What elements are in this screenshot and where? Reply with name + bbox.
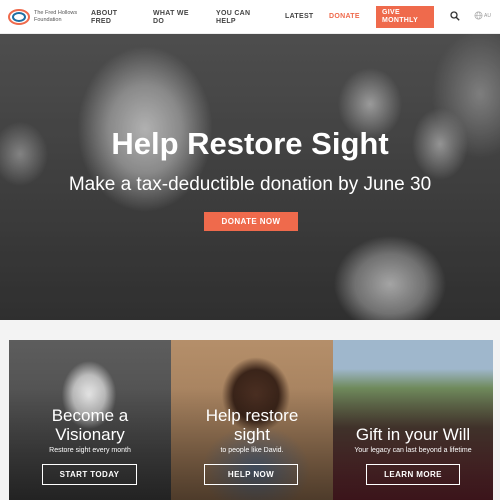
learn-more-button[interactable]: LEARN MORE (366, 464, 460, 485)
nav-you-can-help[interactable]: YOU CAN HELP (216, 10, 266, 26)
language-selector[interactable]: AU (474, 11, 491, 20)
hero-banner: Help Restore Sight Make a tax-deductible… (0, 34, 500, 320)
language-label: AU (484, 12, 491, 19)
donate-now-button[interactable]: DONATE NOW (204, 212, 298, 231)
card-visionary[interactable]: Become a Visionary Restore sight every m… (9, 340, 171, 500)
card-title-line1: Help restore (205, 406, 299, 425)
promo-cards: Become a Visionary Restore sight every m… (0, 320, 500, 500)
logo[interactable]: The Fred Hollows Foundation (8, 8, 92, 26)
hero-title: Help Restore Sight (111, 126, 389, 161)
card-title-line2: Visionary (55, 425, 125, 444)
foundation-logo-icon (8, 9, 30, 25)
site-header: The Fred Hollows Foundation ABOUT FRED W… (0, 0, 500, 34)
card-subtitle: Your legacy can last beyond a lifetime (354, 447, 472, 454)
nav-about-fred[interactable]: ABOUT FRED (91, 10, 135, 26)
card-gift-in-will[interactable]: Gift in your Will Your legacy can last b… (333, 340, 493, 500)
start-today-button[interactable]: START TODAY (42, 464, 137, 485)
search-icon[interactable] (450, 11, 460, 21)
nav-donate[interactable]: DONATE (329, 13, 360, 21)
give-monthly-button[interactable]: GIVE MONTHLY (376, 6, 434, 28)
card-subtitle: to people like David. (220, 447, 284, 454)
card-title-line1: Become a (51, 406, 129, 425)
nav-what-we-do[interactable]: WHAT WE DO (153, 10, 197, 26)
card-subtitle: Restore sight every month (49, 447, 131, 454)
nav-latest[interactable]: LATEST (285, 13, 314, 21)
hero-subtitle: Make a tax-deductible donation by June 3… (68, 174, 432, 195)
card-help-restore[interactable]: Help restore sight to people like David.… (171, 340, 333, 500)
card-title: Gift in your Will (355, 425, 471, 444)
logo-text: The Fred Hollows Foundation (34, 10, 78, 23)
globe-icon (474, 11, 483, 20)
help-now-button[interactable]: HELP NOW (204, 464, 298, 485)
card-title-line2: sight (234, 425, 270, 444)
